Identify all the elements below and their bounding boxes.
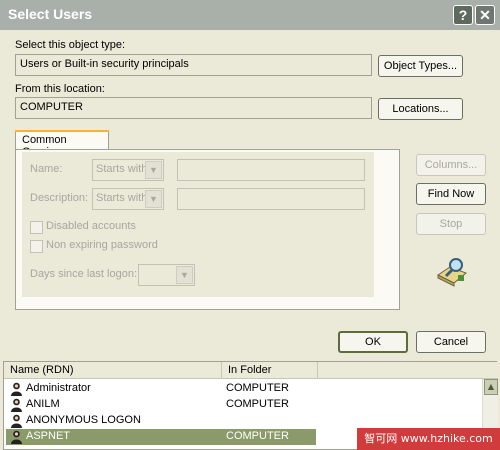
row-name: ANONYMOUS LOGON — [26, 414, 141, 426]
description-operator-value: Starts with — [96, 192, 148, 204]
chevron-down-icon: ▼ — [176, 266, 193, 284]
watermark-banner: 智可网 www.hzhike.com — [357, 428, 500, 450]
row-name: ASPNET — [26, 430, 71, 442]
chevron-down-icon: ▼ — [145, 190, 162, 208]
non-expiring-password-label: Non expiring password — [46, 239, 158, 251]
object-type-label: Select this object type: — [15, 39, 126, 51]
user-icon — [11, 430, 22, 444]
row-name: ANILM — [26, 398, 60, 410]
user-icon — [11, 382, 22, 396]
stop-button[interactable]: Stop — [416, 213, 486, 235]
location-label: From this location: — [15, 83, 105, 95]
name-label: Name: — [30, 163, 63, 175]
object-types-button[interactable]: Object Types... — [378, 55, 463, 77]
days-since-logon-select[interactable]: ▼ — [138, 264, 195, 286]
days-since-logon-label: Days since last logon: — [30, 268, 137, 280]
row-folder: COMPUTER — [226, 382, 289, 394]
table-row[interactable]: ANILM COMPUTER — [6, 397, 316, 413]
disabled-accounts-checkbox[interactable] — [30, 221, 43, 234]
row-name: Administrator — [26, 382, 91, 394]
row-folder: COMPUTER — [226, 430, 289, 442]
name-operator-select[interactable]: Starts with ▼ — [92, 159, 164, 181]
column-header-folder[interactable]: In Folder — [222, 362, 318, 379]
table-row[interactable]: ANONYMOUS LOGON — [6, 413, 316, 429]
object-type-field: Users or Built-in security principals — [15, 54, 372, 76]
results-header: Name (RDN) In Folder — [4, 362, 498, 379]
column-header-name[interactable]: Name (RDN) — [4, 362, 222, 379]
close-button[interactable]: ✕ — [475, 5, 495, 25]
title-bar: Select Users ? ✕ — [0, 0, 500, 30]
user-icon — [11, 398, 22, 412]
scroll-up-button[interactable]: ▲ — [484, 379, 498, 395]
disabled-accounts-label: Disabled accounts — [46, 220, 136, 232]
non-expiring-password-checkbox[interactable] — [30, 240, 43, 253]
cancel-button[interactable]: Cancel — [416, 331, 486, 353]
columns-button[interactable]: Columns... — [416, 154, 486, 176]
description-label: Description: — [30, 192, 89, 204]
chevron-down-icon: ▼ — [145, 161, 162, 179]
name-query-input[interactable] — [177, 159, 365, 181]
window-title: Select Users — [8, 6, 93, 22]
name-operator-value: Starts with — [96, 163, 148, 175]
location-field: COMPUTER — [15, 97, 372, 119]
find-now-button[interactable]: Find Now — [416, 183, 486, 205]
description-operator-select[interactable]: Starts with ▼ — [92, 188, 164, 210]
table-row-selected[interactable]: ASPNET COMPUTER — [6, 429, 316, 445]
tab-common-queries[interactable]: Common Queries — [15, 130, 109, 158]
table-row[interactable]: Administrator COMPUTER — [6, 381, 316, 397]
user-icon — [11, 414, 22, 428]
ok-button[interactable]: OK — [338, 331, 408, 353]
description-query-input[interactable] — [177, 188, 365, 210]
search-users-icon — [437, 258, 467, 287]
help-button[interactable]: ? — [453, 5, 473, 25]
row-folder: COMPUTER — [226, 398, 289, 410]
locations-button[interactable]: Locations... — [378, 98, 463, 120]
